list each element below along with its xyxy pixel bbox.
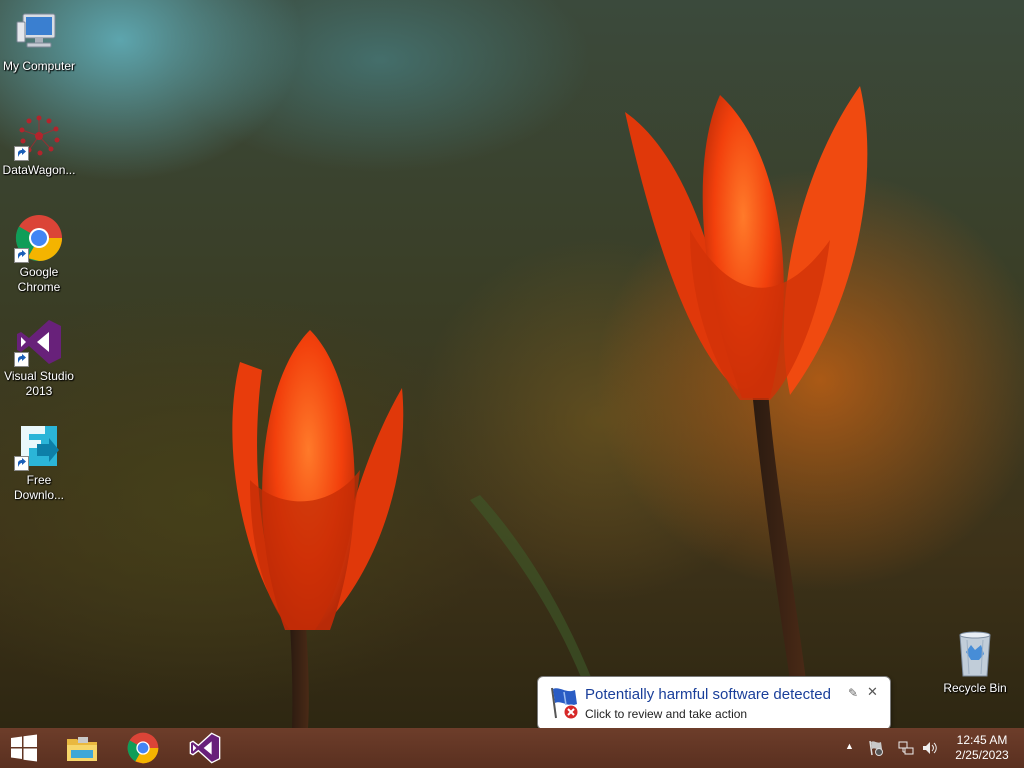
taskbar-google-chrome[interactable] bbox=[113, 728, 173, 768]
desktop-icon-label: My Computer bbox=[2, 59, 76, 73]
desktop: My Computer DataWagon... Google Chrome V… bbox=[0, 0, 1024, 728]
wallpaper-tulips bbox=[232, 86, 868, 728]
desktop-icon-label: Google Chrome bbox=[17, 265, 61, 294]
notification-close-button[interactable]: ✕ bbox=[867, 684, 878, 700]
network-icon[interactable] bbox=[898, 740, 914, 756]
taskbar: ▲ 12:45 AM 2/25/2023 bbox=[0, 728, 1024, 768]
start-button[interactable] bbox=[0, 728, 48, 768]
desktop-icon-label: Recycle Bin bbox=[943, 681, 1007, 695]
windows-defender-warning-icon bbox=[548, 686, 582, 720]
windows-start-icon bbox=[11, 734, 37, 762]
notification-balloon[interactable]: Potentially harmful software detected Cl… bbox=[537, 676, 891, 730]
shortcut-arrow-icon bbox=[14, 456, 29, 471]
taskbar-file-explorer[interactable] bbox=[52, 728, 112, 768]
taskbar-visual-studio[interactable] bbox=[175, 728, 235, 768]
visual-studio-icon bbox=[14, 318, 63, 367]
desktop-icon-free-download-manager[interactable]: Free Downlo... bbox=[0, 422, 78, 503]
datawagon-icon bbox=[14, 112, 63, 161]
show-hidden-icons-button[interactable]: ▲ bbox=[845, 741, 861, 757]
clock-time: 12:45 AM bbox=[956, 733, 1008, 747]
recycle-bin-icon bbox=[951, 630, 999, 678]
file-explorer-icon bbox=[67, 737, 97, 761]
free-download-manager-icon bbox=[14, 422, 63, 471]
chrome-icon bbox=[127, 732, 159, 764]
desktop-icon-google-chrome[interactable]: Google Chrome bbox=[0, 214, 78, 295]
desktop-icon-label: DataWagon... bbox=[2, 163, 76, 177]
desktop-icon-my-computer[interactable]: My Computer bbox=[0, 8, 78, 74]
shortcut-arrow-icon bbox=[14, 146, 29, 161]
visual-studio-icon bbox=[189, 732, 221, 764]
desktop-icon-label: Visual Studio 2013 bbox=[4, 369, 74, 398]
notification-title: Potentially harmful software detected bbox=[585, 686, 831, 703]
tray-clock[interactable]: 12:45 AM 2/25/2023 bbox=[948, 733, 1016, 763]
desktop-icon-recycle-bin[interactable]: Recycle Bin bbox=[936, 630, 1014, 696]
shortcut-arrow-icon bbox=[14, 352, 29, 367]
notification-options-icon[interactable]: ✎ bbox=[848, 686, 858, 700]
desktop-icon-datawagon[interactable]: DataWagon... bbox=[0, 112, 78, 178]
volume-icon[interactable] bbox=[922, 740, 938, 756]
windows-defender-tray-icon[interactable] bbox=[868, 740, 884, 756]
desktop-icon-label: Free Downlo... bbox=[13, 473, 65, 502]
desktop-icon-visual-studio[interactable]: Visual Studio 2013 bbox=[0, 318, 78, 399]
shortcut-arrow-icon bbox=[14, 248, 29, 263]
notification-text: Click to review and take action bbox=[585, 707, 748, 721]
chrome-icon bbox=[14, 214, 63, 263]
computer-icon bbox=[15, 8, 63, 56]
clock-date: 2/25/2023 bbox=[955, 748, 1009, 762]
